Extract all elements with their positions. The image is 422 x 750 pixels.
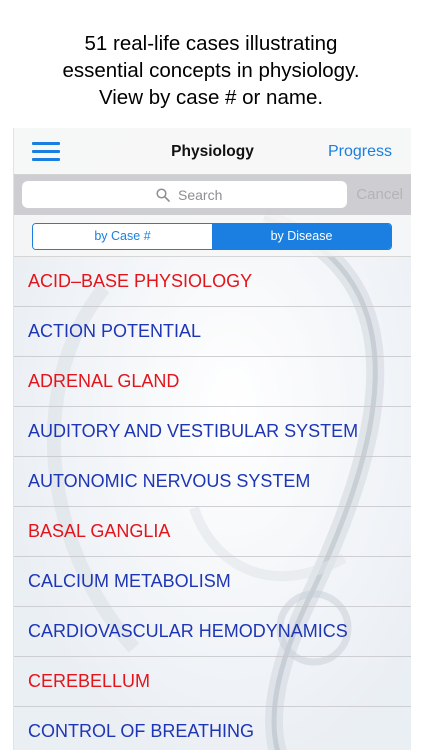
caption-line-1: 51 real-life cases illustrating	[84, 32, 338, 55]
topic-list: ACID–BASE PHYSIOLOGY ACTION POTENTIAL ADRE…	[14, 257, 411, 750]
search-placeholder: Search	[178, 187, 223, 203]
hamburger-menu-icon[interactable]	[32, 142, 60, 162]
app-screen: Physiology Progress Search Cancel by Cas…	[13, 128, 411, 750]
list-item[interactable]: BASAL GANGLIA	[14, 507, 411, 557]
list-item[interactable]: ACID–BASE PHYSIOLOGY	[14, 257, 411, 307]
segment-by-disease[interactable]: by Disease	[212, 224, 391, 249]
list-item[interactable]: CEREBELLUM	[14, 657, 411, 707]
promo-caption: 51 real-life cases illustrating essentia…	[0, 30, 422, 111]
list-item[interactable]: CONTROL OF BREATHING	[14, 707, 411, 750]
progress-button[interactable]: Progress	[328, 143, 392, 161]
list-item[interactable]: ADRENAL GLAND	[14, 357, 411, 407]
list-item[interactable]: ACTION POTENTIAL	[14, 307, 411, 357]
cancel-button[interactable]: Cancel	[356, 186, 403, 203]
caption-line-2: essential concepts in physiology.	[62, 59, 360, 82]
search-input[interactable]: Search	[22, 181, 347, 208]
segment-bar: by Case # by Disease	[14, 215, 411, 257]
segment-by-case[interactable]: by Case #	[33, 224, 212, 249]
view-segmented-control: by Case # by Disease	[32, 223, 392, 250]
search-icon	[156, 188, 170, 202]
list-item[interactable]: CALCIUM METABOLISM	[14, 557, 411, 607]
list-item[interactable]: AUDITORY AND VESTIBULAR SYSTEM	[14, 407, 411, 457]
search-bar: Search Cancel	[14, 175, 411, 215]
list-item[interactable]: CARDIOVASCULAR HEMODYNAMICS	[14, 607, 411, 657]
list-item[interactable]: AUTONOMIC NERVOUS SYSTEM	[14, 457, 411, 507]
navigation-bar: Physiology Progress	[14, 128, 411, 175]
caption-line-3: View by case # or name.	[98, 86, 324, 109]
